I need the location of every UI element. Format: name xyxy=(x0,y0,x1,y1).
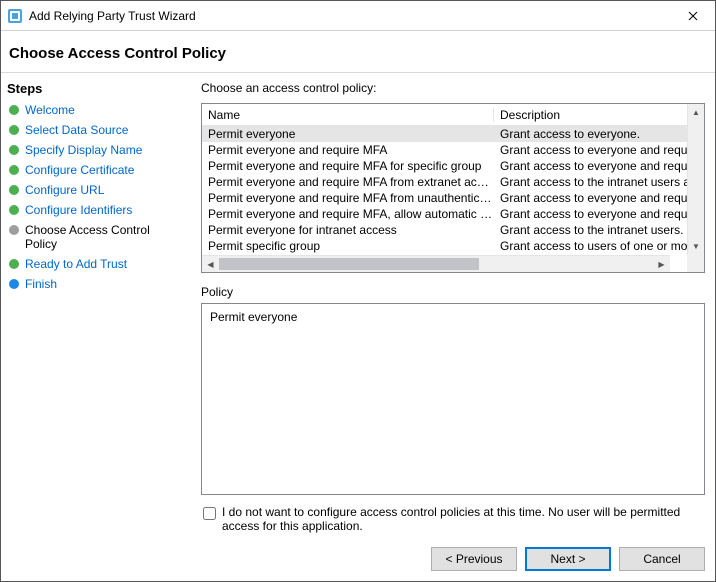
main-pane: Choose an access control policy: Name De… xyxy=(191,73,715,581)
policy-desc-cell: Grant access to everyone. xyxy=(494,127,687,141)
step-item[interactable]: Configure URL xyxy=(5,180,187,200)
step-bullet-icon xyxy=(9,279,19,289)
policy-name-cell: Permit everyone and require MFA xyxy=(202,143,494,157)
policy-name-cell: Permit everyone and require MFA from ext… xyxy=(202,175,494,189)
policy-name-cell: Permit everyone xyxy=(202,127,494,141)
step-bullet-icon xyxy=(9,125,19,135)
window-title: Add Relying Party Trust Wizard xyxy=(29,9,671,23)
scroll-down-icon[interactable]: ▼ xyxy=(688,238,704,255)
scroll-up-icon[interactable]: ▲ xyxy=(688,104,704,121)
policy-list-container: Name Description Permit everyoneGrant ac… xyxy=(201,103,705,273)
policy-row[interactable]: Permit everyone and require MFA from ext… xyxy=(202,174,687,190)
skip-checkbox[interactable] xyxy=(203,507,216,520)
step-item[interactable]: Configure Identifiers xyxy=(5,200,187,220)
step-item[interactable]: Welcome xyxy=(5,100,187,120)
step-label[interactable]: Ready to Add Trust xyxy=(25,257,127,271)
policy-desc-cell: Grant access to everyone and requir xyxy=(494,191,687,205)
policy-row[interactable]: Permit everyone for intranet accessGrant… xyxy=(202,222,687,238)
policy-label: Policy xyxy=(201,273,705,303)
step-label: Choose Access Control Policy xyxy=(25,223,185,251)
step-item[interactable]: Configure Certificate xyxy=(5,160,187,180)
column-header-description[interactable]: Description xyxy=(494,108,687,122)
steps-title: Steps xyxy=(5,79,187,100)
titlebar: Add Relying Party Trust Wizard xyxy=(1,1,715,31)
policy-name-cell: Permit everyone and require MFA, allow a… xyxy=(202,207,494,221)
wizard-window: Add Relying Party Trust Wizard Choose Ac… xyxy=(0,0,716,582)
column-header-name[interactable]: Name xyxy=(202,108,494,122)
app-icon xyxy=(7,8,23,24)
vertical-scrollbar[interactable]: ▲ ▼ xyxy=(687,104,704,272)
skip-option-row: I do not want to configure access contro… xyxy=(201,495,705,543)
button-row: < Previous Next > Cancel xyxy=(201,543,705,573)
policy-desc-cell: Grant access to everyone and requir xyxy=(494,143,687,157)
step-label[interactable]: Configure Identifiers xyxy=(25,203,132,217)
step-item: Choose Access Control Policy xyxy=(5,220,187,254)
step-bullet-icon xyxy=(9,165,19,175)
page-header: Choose Access Control Policy xyxy=(1,31,715,72)
close-button[interactable] xyxy=(671,1,715,31)
policy-row[interactable]: Permit everyone and require MFA from una… xyxy=(202,190,687,206)
policy-desc-cell: Grant access to the intranet users ar xyxy=(494,175,687,189)
policy-row[interactable]: Permit specific groupGrant access to use… xyxy=(202,238,687,254)
previous-button[interactable]: < Previous xyxy=(431,547,517,571)
step-bullet-icon xyxy=(9,225,19,235)
policy-name-cell: Permit everyone and require MFA from una… xyxy=(202,191,494,205)
steps-sidebar: Steps Welcome Select Data Source Specify D… xyxy=(1,73,191,581)
horizontal-scrollbar[interactable]: ◀ ▶ xyxy=(202,255,670,272)
policy-detail-text: Permit everyone xyxy=(210,310,297,324)
hscroll-thumb[interactable] xyxy=(219,258,479,270)
column-headers[interactable]: Name Description xyxy=(202,104,687,126)
wizard-body: Steps Welcome Select Data Source Specify D… xyxy=(1,73,715,581)
step-label[interactable]: Configure URL xyxy=(25,183,104,197)
step-bullet-icon xyxy=(9,205,19,215)
policy-desc-cell: Grant access to the intranet users. xyxy=(494,223,687,237)
policy-row[interactable]: Permit everyone and require MFA, allow a… xyxy=(202,206,687,222)
policy-name-cell: Permit specific group xyxy=(202,239,494,253)
step-label[interactable]: Select Data Source xyxy=(25,123,128,137)
policy-name-cell: Permit everyone and require MFA for spec… xyxy=(202,159,494,173)
policy-detail-box: Permit everyone xyxy=(201,303,705,495)
policy-row[interactable]: Permit everyone and require MFAGrant acc… xyxy=(202,142,687,158)
cancel-button[interactable]: Cancel xyxy=(619,547,705,571)
step-label[interactable]: Finish xyxy=(25,277,57,291)
step-bullet-icon xyxy=(9,185,19,195)
step-bullet-icon xyxy=(9,259,19,269)
step-label[interactable]: Configure Certificate xyxy=(25,163,134,177)
step-item[interactable]: Ready to Add Trust xyxy=(5,254,187,274)
step-label[interactable]: Specify Display Name xyxy=(25,143,142,157)
policy-name-cell: Permit everyone for intranet access xyxy=(202,223,494,237)
step-label[interactable]: Welcome xyxy=(25,103,75,117)
next-button[interactable]: Next > xyxy=(525,547,611,571)
step-item[interactable]: Finish xyxy=(5,274,187,294)
policy-desc-cell: Grant access to everyone and requir xyxy=(494,159,687,173)
step-bullet-icon xyxy=(9,145,19,155)
skip-checkbox-label[interactable]: I do not want to configure access contro… xyxy=(222,505,705,533)
step-bullet-icon xyxy=(9,105,19,115)
step-item[interactable]: Specify Display Name xyxy=(5,140,187,160)
policy-desc-cell: Grant access to users of one or more xyxy=(494,239,687,253)
policy-desc-cell: Grant access to everyone and requir xyxy=(494,207,687,221)
scroll-right-icon[interactable]: ▶ xyxy=(653,260,670,269)
scroll-left-icon[interactable]: ◀ xyxy=(202,260,219,269)
scroll-corner xyxy=(687,255,704,272)
policy-row[interactable]: Permit everyone and require MFA for spec… xyxy=(202,158,687,174)
step-item[interactable]: Select Data Source xyxy=(5,120,187,140)
policy-list[interactable]: Name Description Permit everyoneGrant ac… xyxy=(201,103,705,273)
instruction-text: Choose an access control policy: xyxy=(201,79,705,103)
policy-row[interactable]: Permit everyoneGrant access to everyone. xyxy=(202,126,687,142)
